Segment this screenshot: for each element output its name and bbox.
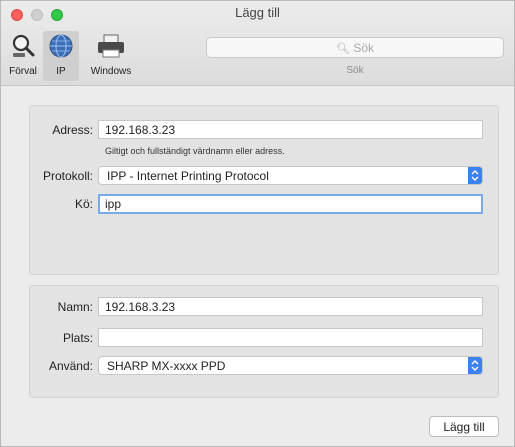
protocol-value: IPP - Internet Printing Protocol (107, 169, 269, 183)
chevron-updown-icon (471, 170, 479, 181)
chevron-updown-icon (471, 360, 479, 371)
location-label: Plats: (62, 331, 93, 345)
address-field[interactable]: 192.168.3.23 (98, 120, 483, 139)
toolbar-default-label: Förval (9, 66, 37, 77)
location-field[interactable] (98, 328, 483, 347)
protocol-label: Protokoll: (42, 169, 93, 183)
search-field[interactable]: 🔍︎ Sök (206, 37, 504, 58)
window-title: Lägg till (235, 5, 280, 20)
add-button[interactable]: Lägg till (429, 416, 499, 437)
address-label: Adress: (52, 123, 93, 137)
printer-icon (98, 34, 124, 58)
protocol-popup-arrow (468, 167, 482, 184)
toolbar: Lägg till Förval IP Windows 🔍︎ Sök Sök (1, 1, 514, 86)
use-popup[interactable]: SHARP MX-xxxx PPD (98, 356, 483, 375)
use-value: SHARP MX-xxxx PPD (107, 359, 226, 373)
toolbar-windows-label: Windows (90, 66, 132, 77)
address-hint: Giltigt och fullständigt värdnamn eller … (105, 146, 285, 156)
toolbar-default-button[interactable]: Förval (5, 31, 41, 81)
queue-field[interactable]: ipp (98, 194, 483, 214)
toolbar-ip-label: IP (56, 66, 66, 77)
name-label: Namn: (57, 300, 93, 314)
magnifier-icon (12, 34, 35, 57)
protocol-popup[interactable]: IPP - Internet Printing Protocol (98, 166, 483, 185)
toolbar-windows-button[interactable]: Windows (83, 31, 139, 81)
use-label: Använd: (48, 359, 93, 373)
search-label: Sök (346, 65, 364, 76)
toolbar-ip-button[interactable]: IP (43, 31, 79, 81)
name-field[interactable]: 192.168.3.23 (98, 297, 483, 316)
search-icon: 🔍︎ (336, 43, 350, 55)
search-placeholder: Sök (353, 41, 374, 55)
use-popup-arrow (468, 357, 482, 374)
add-printer-window: Lägg till Förval IP Windows 🔍︎ Sök Sök A… (0, 0, 515, 447)
globe-icon (49, 34, 73, 58)
queue-label: Kö: (74, 197, 93, 211)
